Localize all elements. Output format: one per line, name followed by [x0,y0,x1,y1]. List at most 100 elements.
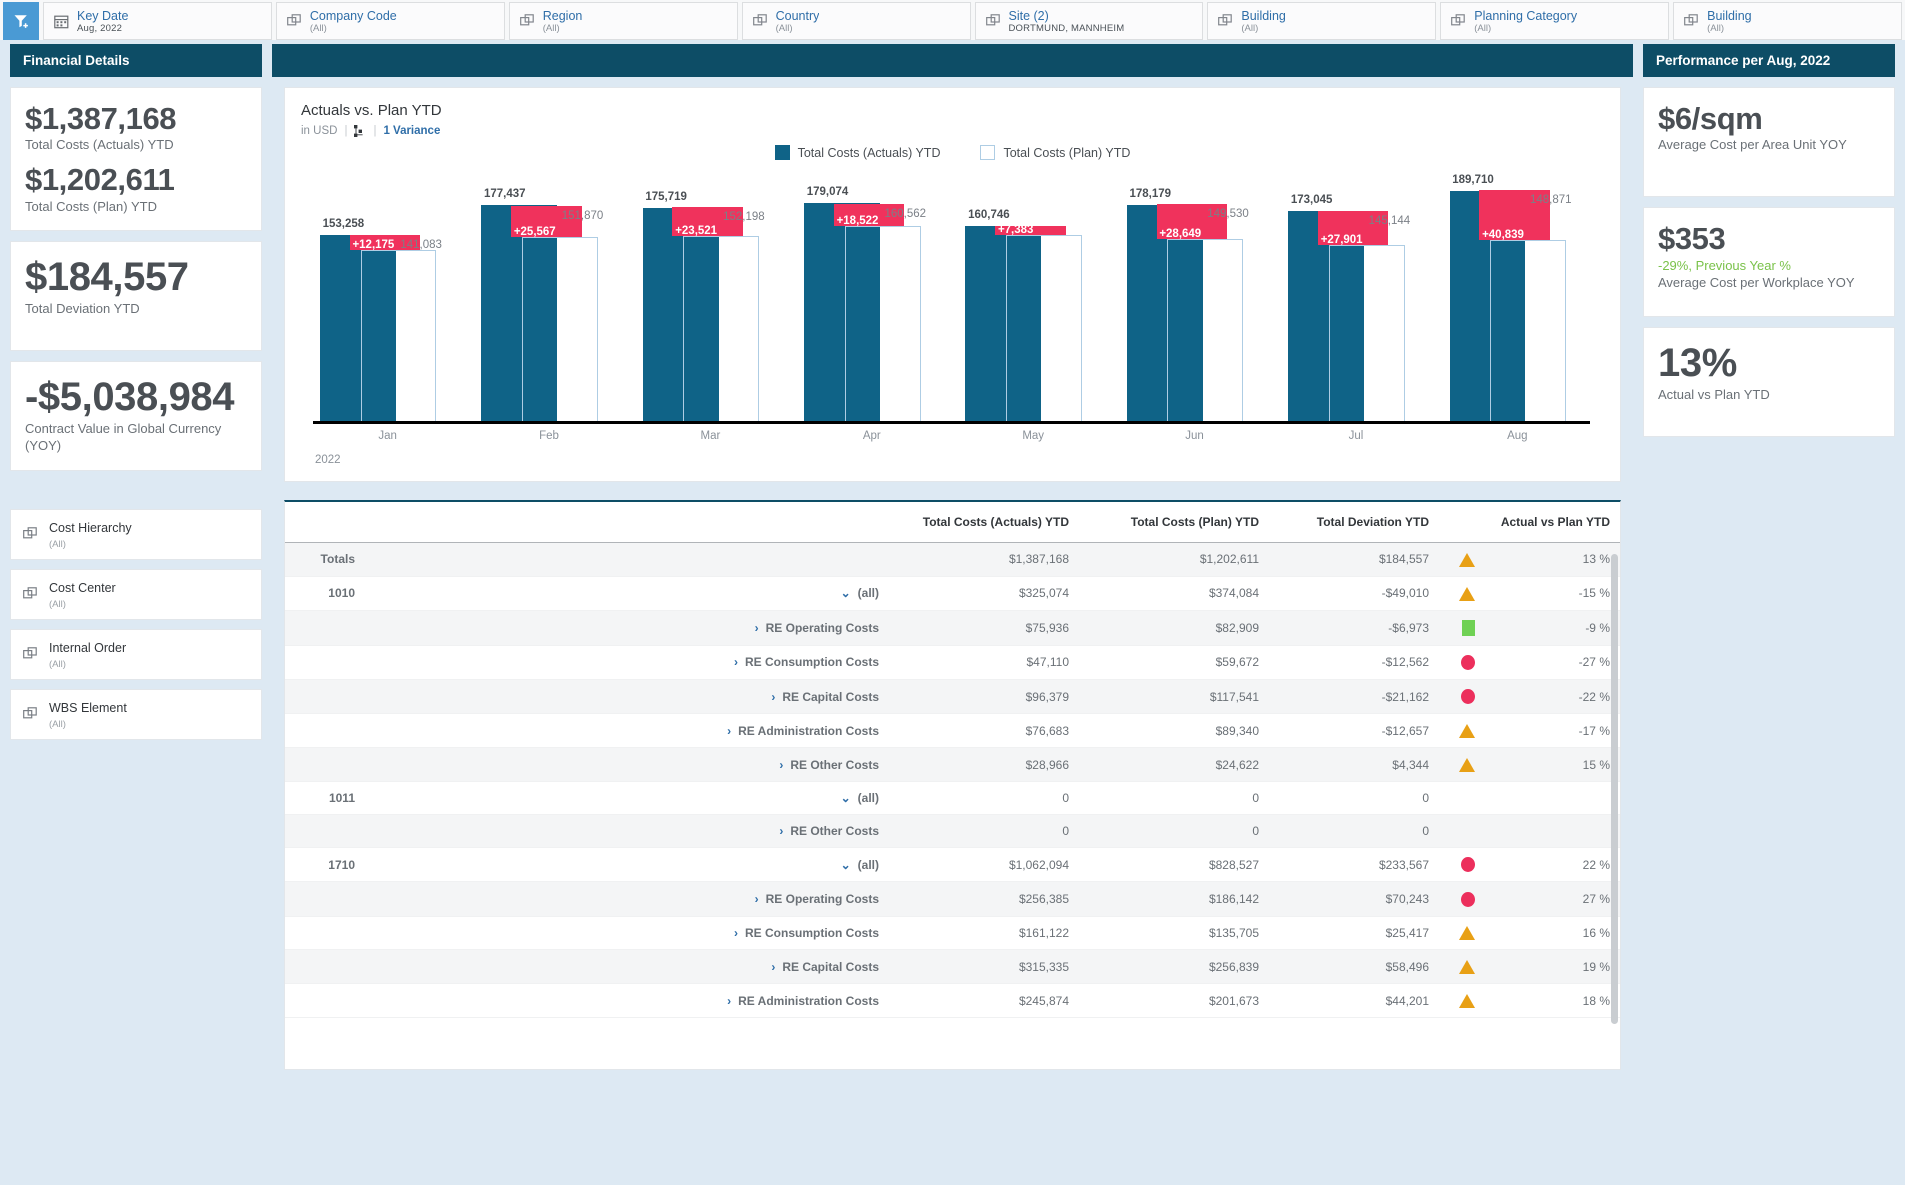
cell-plan: $201,673 [1079,983,1269,1019]
table-row[interactable]: › RE Operating Costs $256,385 $186,142 $70,2… [285,881,1620,917]
cell-plan: $186,142 [1079,881,1269,917]
cell-name[interactable]: › RE Consumption Costs [365,645,889,680]
chevron-down-icon[interactable]: ⌄ [841,791,851,805]
chevron-right-icon[interactable]: › [727,994,731,1008]
chevron-right-icon[interactable]: › [771,960,775,974]
chart-bar-group[interactable]: 160,746 +7,383 [965,172,1101,421]
panel-headers-row: Financial Details Performance per Aug, 2… [0,44,1905,77]
chart-bar-group[interactable]: 189,710 148,871 +40,839 [1449,172,1586,421]
variance-link[interactable]: 1 Variance [383,125,440,137]
filter-chip-building[interactable]: Building (All) [1673,2,1902,40]
dimension-value: (All) [49,599,66,610]
cell-name[interactable]: › RE Other Costs [365,814,889,848]
x-axis-tick: Apr [862,430,881,442]
table-scrollbar[interactable] [1611,554,1618,1033]
filter-chip-region[interactable]: Region (All) [508,2,738,40]
table-row[interactable]: › RE Consumption Costs $161,122 $135,705 $25… [285,916,1620,951]
cell-name[interactable]: › RE Administration Costs [365,983,889,1019]
col-deviation[interactable]: Total Deviation YTD [1269,502,1439,543]
table-row[interactable]: 1011 ⌄ (all) 0 0 0 [285,781,1620,815]
cell-id: Totals [285,542,365,577]
bar-plan-outline[interactable] [1328,245,1405,421]
kpi-label-contract: Contract Value in Global Currency (YOY) [25,421,222,453]
dimension-button-cost-center[interactable]: Cost Center (All) [10,569,262,620]
chevron-right-icon[interactable]: › [727,724,731,738]
table-row[interactable]: Totals $1,387,168 $1,202,611 $184,557 13 % [285,542,1620,577]
bar-plan-outline[interactable] [521,237,598,421]
table-row[interactable]: › RE Other Costs 0 0 0 [285,814,1620,848]
chart-bar-group[interactable]: 173,045 145,144 +27,901 [1288,172,1424,421]
table-row[interactable]: › RE Consumption Costs $47,110 $59,672 -$12,… [285,645,1620,680]
chevron-right-icon[interactable]: › [771,690,775,704]
dimension-button-cost-hierarchy[interactable]: Cost Hierarchy (All) [10,509,262,560]
cell-name[interactable]: › RE Operating Costs [365,881,889,917]
cell-name[interactable]: › RE Administration Costs [365,713,889,749]
chevron-right-icon[interactable]: › [779,758,783,772]
chevron-right-icon[interactable]: › [755,892,759,906]
cell-id [285,679,365,715]
col-actual-vs-plan[interactable]: Actual vs Plan YTD [1485,502,1620,543]
cell-name[interactable]: ⌄ (all) [365,576,889,611]
chevron-down-icon[interactable]: ⌄ [841,858,851,872]
table-row[interactable]: › RE Administration Costs $76,683 $89,340 -$… [285,713,1620,749]
filter-chip-country[interactable]: Country (All) [741,2,971,40]
dimension-button-wbs-element[interactable]: WBS Element (All) [10,689,262,740]
table-row[interactable]: 1010 ⌄ (all) $325,074 $374,084 -$49,010 -15 % [285,576,1620,611]
table-row[interactable]: › RE Capital Costs $315,335 $256,839 $58,496… [285,949,1620,985]
col-id[interactable] [285,502,365,543]
table-row[interactable]: 1710 ⌄ (all) $1,062,094 $828,527 $233,567 22 % [285,847,1620,883]
status-critical-icon [1461,689,1475,705]
filter-chip-building[interactable]: Building (All) [1207,2,1437,40]
chevron-right-icon[interactable]: › [755,621,759,635]
drill-down-icon[interactable] [354,125,366,137]
cell-actual-vs-plan: -27 % [1485,645,1620,680]
chart-bar-group[interactable]: 178,179 149,530 +28,649 [1126,172,1263,421]
cell-status [1439,645,1485,680]
cell-name[interactable]: ⌄ (all) [365,781,889,815]
filter-chip-title: Key Date [77,8,129,23]
legend-item-plan[interactable]: Total Costs (Plan) YTD [980,145,1130,160]
table-row[interactable]: › RE Administration Costs $245,874 $201,673… [285,983,1620,1019]
cell-name[interactable]: › RE Other Costs [365,747,889,782]
cell-plan: $24,622 [1079,747,1269,782]
row-name-wrap: › RE Operating Costs [715,621,879,635]
cell-actuals: $47,110 [889,645,1079,680]
bar-plan-outline[interactable] [683,236,760,421]
filter-chip-planning-category[interactable]: Planning Category (All) [1440,2,1670,40]
filter-chip-company-code[interactable]: Company Code (All) [275,2,505,40]
bar-plan-outline[interactable] [1490,240,1567,421]
filter-chip-site-2[interactable]: Site (2) DORTMUND, MANNHEIM [974,2,1204,40]
cell-name[interactable]: ⌄ (all) [365,847,889,883]
table-row[interactable]: › RE Operating Costs $75,936 $82,909 -$6,973… [285,610,1620,646]
bar-plan-outline[interactable] [1167,239,1244,421]
filter-chip-key-date[interactable]: Key Date Aug, 2022 [43,2,272,40]
chevron-down-icon[interactable]: ⌄ [841,586,851,600]
chart-bar-group[interactable]: 175,719 152,198 +23,521 [642,172,779,421]
bar-plan-outline[interactable] [360,250,437,421]
chart-bar-group[interactable]: 153,258 141,083 +12,175 [319,172,456,421]
bar-plan-outline[interactable] [844,226,921,421]
table-scrollbar-thumb[interactable] [1611,554,1618,1024]
cell-name[interactable]: › RE Operating Costs [365,610,889,646]
chevron-right-icon[interactable]: › [779,824,783,838]
dimension-button-internal-order[interactable]: Internal Order (All) [10,629,262,680]
col-actuals[interactable]: Total Costs (Actuals) YTD [889,502,1079,543]
filter-add-icon[interactable] [3,2,39,40]
col-plan[interactable]: Total Costs (Plan) YTD [1079,502,1269,543]
col-name[interactable] [365,502,889,543]
chart-bar-group[interactable]: 179,074 160,562 +18,522 [804,172,940,421]
cell-name[interactable]: › RE Consumption Costs [365,916,889,951]
chevron-right-icon[interactable]: › [734,926,738,940]
chevron-right-icon[interactable]: › [734,655,738,669]
row-name-wrap: › RE Other Costs [739,758,879,772]
bar-plan-outline[interactable] [1006,235,1082,421]
filter-chip-title: Building [1707,8,1752,23]
chart-bar-group[interactable]: 177,437 151,870 +25,567 [481,172,617,421]
table-row[interactable]: › RE Capital Costs $96,379 $117,541 -$21,162… [285,679,1620,715]
legend-item-actuals[interactable]: Total Costs (Actuals) YTD [774,145,940,160]
cell-name[interactable]: › RE Capital Costs [365,949,889,985]
cell-name[interactable]: › RE Capital Costs [365,679,889,715]
table-row[interactable]: › RE Other Costs $28,966 $24,622 $4,344 15 % [285,747,1620,782]
cell-name[interactable] [365,542,889,577]
bar-label-plan: 152,198 [723,211,765,223]
